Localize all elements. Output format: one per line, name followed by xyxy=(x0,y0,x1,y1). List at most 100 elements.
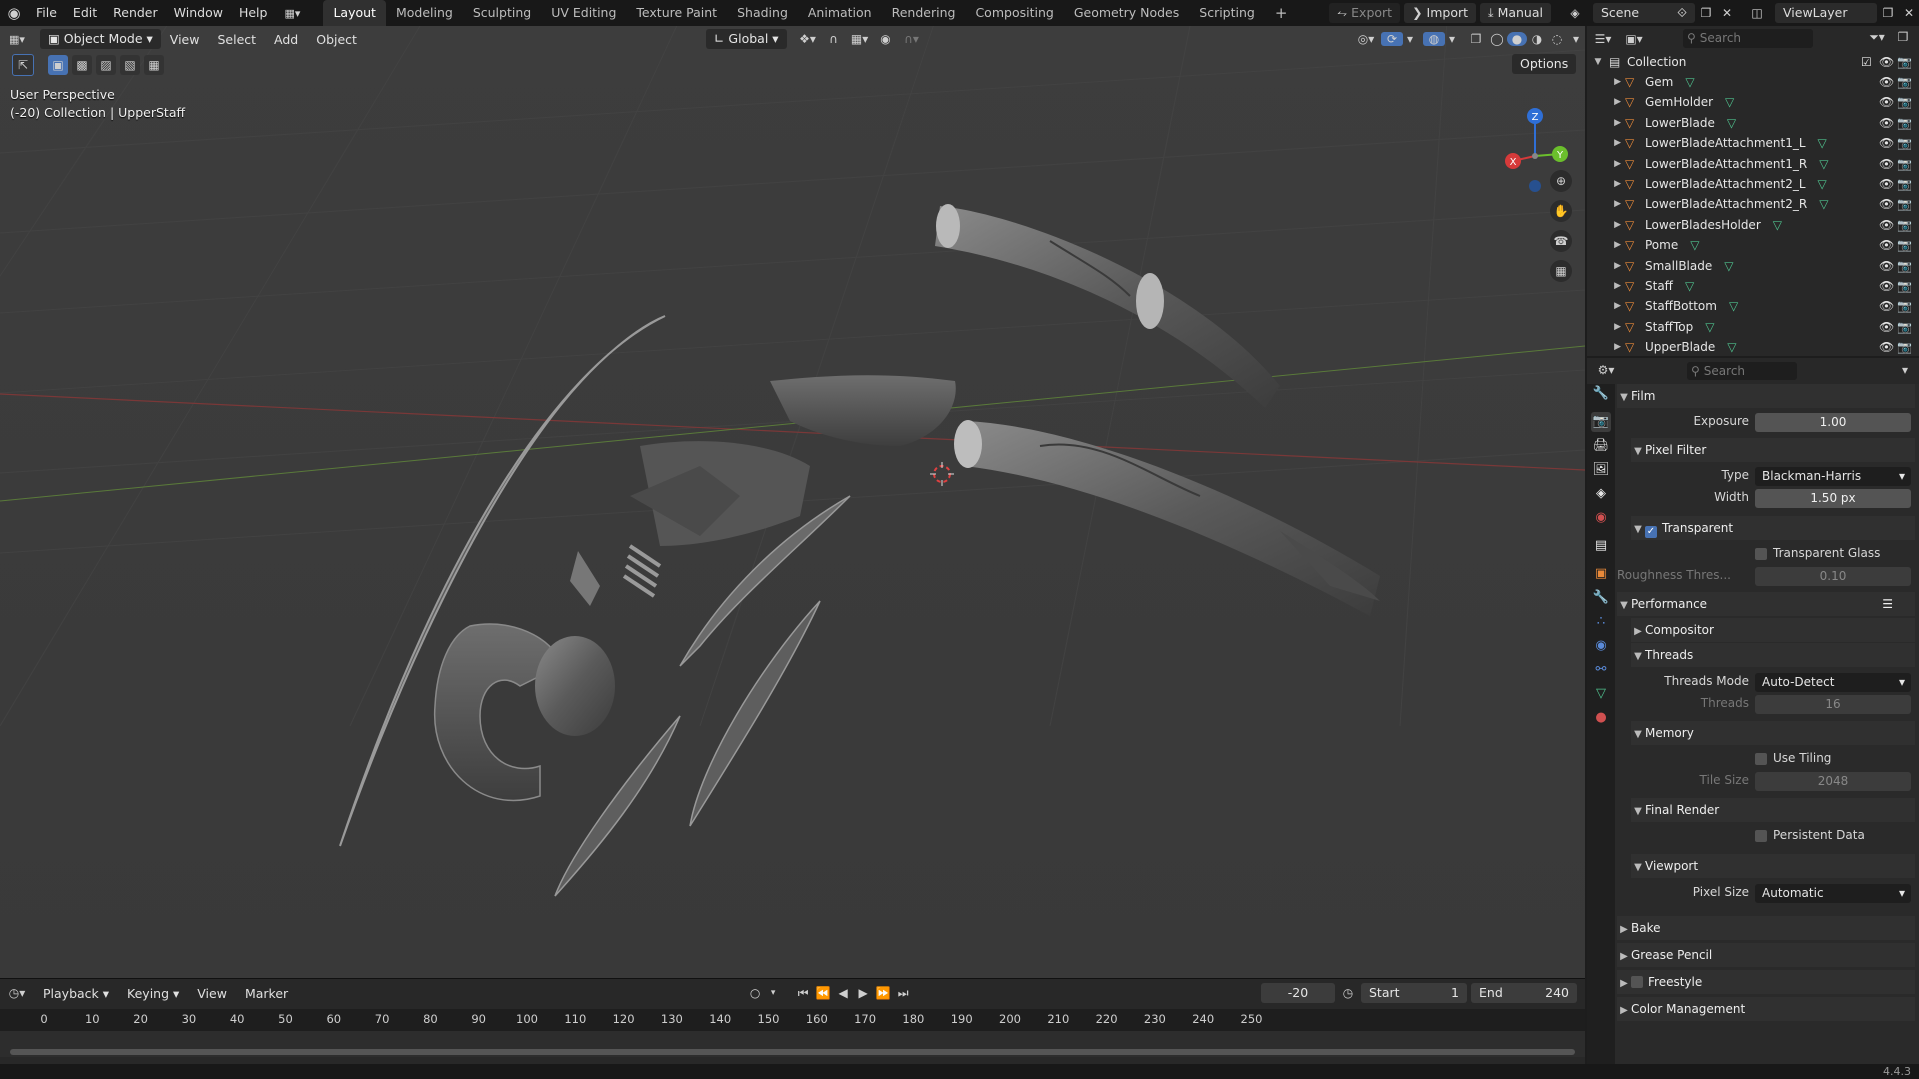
pivot-point-icon[interactable]: ❖▾ xyxy=(793,32,823,46)
tab-compositing[interactable]: Compositing xyxy=(965,0,1063,26)
selection-mode-invert-icon[interactable]: ▧ xyxy=(120,55,140,75)
jump-start-icon[interactable]: ⏮ xyxy=(793,986,813,1001)
threads-mode-dropdown[interactable]: Auto-Detect ▾ xyxy=(1755,673,1911,692)
end-frame-field[interactable]: End 240 xyxy=(1471,983,1577,1003)
outliner-item[interactable]: ▶ ▽ Staff ▽ 👁 📷 xyxy=(1587,276,1919,296)
play-reverse-icon[interactable]: ◀ xyxy=(833,986,853,1000)
scene-icon[interactable]: ◈ xyxy=(1561,6,1589,20)
outliner-item[interactable]: ▶ ▽ SmallBlade ▽ 👁 📷 xyxy=(1587,256,1919,276)
tab-rendering[interactable]: Rendering xyxy=(882,0,966,26)
collection-tab-icon[interactable]: ▤ xyxy=(1591,536,1611,556)
gizmo-dropdown-icon[interactable]: ▾ xyxy=(1403,32,1417,46)
new-scene-icon[interactable]: ❐ xyxy=(1695,6,1717,20)
chevron-right-icon[interactable]: ▶ xyxy=(1587,97,1625,107)
chevron-right-icon[interactable]: ▶ xyxy=(1587,301,1625,311)
outliner-item[interactable]: ▶ ▽ LowerBladeAttachment2_L ▽ 👁 📷 xyxy=(1587,174,1919,194)
mesh-data-icon[interactable]: ▽ xyxy=(1818,136,1827,150)
outliner-item[interactable]: ▶ ▽ UpperBlade ▽ 👁 📷 xyxy=(1587,337,1919,356)
menu-timeline-view[interactable]: View xyxy=(188,986,236,1001)
gizmo-toggle-icon[interactable]: ⟳ xyxy=(1381,32,1403,46)
render-tab-icon[interactable]: 📷 xyxy=(1591,412,1611,432)
visibility-eye-icon[interactable]: 👁 xyxy=(1879,75,1894,89)
chevron-right-icon[interactable]: ▶ xyxy=(1587,77,1625,87)
transparent-checkbox[interactable]: ✓ xyxy=(1645,526,1657,538)
falloff-icon[interactable]: ∩▾ xyxy=(897,32,927,46)
selection-mode-extend-icon[interactable]: ▩ xyxy=(72,55,92,75)
mesh-data-icon[interactable]: ▽ xyxy=(1685,75,1694,89)
outliner-item[interactable]: ▶ ▽ LowerBladesHolder ▽ 👁 📷 xyxy=(1587,215,1919,235)
grease-pencil-panel-header[interactable]: ▶ Grease Pencil xyxy=(1617,943,1915,967)
tab-layout[interactable]: Layout xyxy=(323,0,386,26)
play-icon[interactable]: ▶ xyxy=(853,986,873,1000)
tool-tab-icon[interactable]: 🔧 xyxy=(1591,384,1611,404)
material-shading-icon[interactable]: ◑ xyxy=(1527,32,1547,46)
zoom-icon[interactable]: ⊕ xyxy=(1550,170,1572,192)
manual-button[interactable]: ⤓ Manual xyxy=(1480,3,1551,23)
chevron-right-icon[interactable]: ▶ xyxy=(1587,240,1625,250)
overlays-dropdown-icon[interactable]: ▾ xyxy=(1445,32,1459,46)
menu-render[interactable]: Render xyxy=(105,0,166,26)
auto-keying-icon[interactable]: ○ xyxy=(745,986,765,1000)
use-tiling-checkbox[interactable] xyxy=(1755,753,1767,765)
compositor-panel-header[interactable]: ▶ Compositor xyxy=(1631,618,1915,642)
outliner-search-input[interactable]: ⚲ Search xyxy=(1683,29,1813,48)
transparent-glass-checkbox[interactable] xyxy=(1755,548,1767,560)
mesh-data-icon[interactable]: ▽ xyxy=(1819,197,1828,211)
render-camera-icon[interactable]: 📷 xyxy=(1897,116,1912,130)
chevron-down-icon[interactable]: ▼ xyxy=(1587,57,1609,67)
visibility-eye-icon[interactable]: 👁 xyxy=(1879,136,1894,150)
visibility-eye-icon[interactable]: 👁 xyxy=(1879,320,1894,334)
outliner-item[interactable]: ▶ ▽ Pome ▽ 👁 📷 xyxy=(1587,235,1919,255)
add-workspace-button[interactable]: + xyxy=(1265,0,1298,26)
filter-icon[interactable]: ⏷▾ xyxy=(1864,30,1890,45)
visibility-eye-icon[interactable]: 👁 xyxy=(1879,238,1894,252)
start-frame-field[interactable]: Start 1 xyxy=(1361,983,1467,1003)
outliner-item[interactable]: ▶ ▽ StaffBottom ▽ 👁 📷 xyxy=(1587,296,1919,316)
visibility-eye-icon[interactable]: 👁 xyxy=(1879,218,1894,232)
shading-dropdown-icon[interactable]: ▾ xyxy=(1567,32,1585,46)
chevron-right-icon[interactable]: ▶ xyxy=(1587,281,1625,291)
menu-marker[interactable]: Marker xyxy=(236,986,297,1001)
mesh-data-icon[interactable]: ▽ xyxy=(1724,259,1733,273)
render-camera-icon[interactable]: 📷 xyxy=(1897,55,1912,69)
import-button[interactable]: ❯ Import xyxy=(1404,3,1477,23)
visibility-eye-icon[interactable]: 👁 xyxy=(1879,157,1894,171)
outliner-item[interactable]: ▶ ▽ Gem ▽ 👁 📷 xyxy=(1587,72,1919,92)
timeline-editor-type-icon[interactable]: ◷▾ xyxy=(0,986,34,1000)
proportional-edit-icon[interactable]: ◉ xyxy=(875,32,897,46)
mesh-data-icon[interactable]: ▽ xyxy=(1727,340,1736,354)
visibility-eye-icon[interactable]: 👁 xyxy=(1879,116,1894,130)
tab-texture-paint[interactable]: Texture Paint xyxy=(626,0,727,26)
threads-count-field[interactable]: 16 xyxy=(1755,695,1911,714)
outliner-item[interactable]: ▶ ▽ LowerBladeAttachment2_R ▽ 👁 📷 xyxy=(1587,194,1919,214)
color-management-panel-header[interactable]: ▶ Color Management xyxy=(1617,997,1915,1021)
selection-mode-set-icon[interactable]: ▣ xyxy=(48,55,68,75)
mesh-data-icon[interactable]: ▽ xyxy=(1727,116,1736,130)
prev-keyframe-icon[interactable]: ⏪ xyxy=(813,986,833,1000)
mode-dropdown[interactable]: ▣ Object Mode ▾ xyxy=(40,29,161,49)
visibility-eye-icon[interactable]: 👁 xyxy=(1879,340,1894,354)
mesh-data-icon[interactable]: ▽ xyxy=(1819,157,1828,171)
delete-scene-icon[interactable]: ✕ xyxy=(1717,6,1737,20)
mesh-data-icon[interactable]: ▽ xyxy=(1818,177,1827,191)
visibility-eye-icon[interactable]: 👁 xyxy=(1879,259,1894,273)
particles-tab-icon[interactable]: ∴ xyxy=(1591,612,1611,632)
mesh-data-icon[interactable]: ▽ xyxy=(1773,218,1782,232)
menu-playback[interactable]: Playback ▾ xyxy=(34,986,118,1001)
visibility-eye-icon[interactable]: 👁 xyxy=(1879,299,1894,313)
outliner-collection-row[interactable]: ▼ ▤ Collection ☑ 👁 📷 xyxy=(1587,52,1919,72)
3d-viewport[interactable]: ▦▾ ▣ Object Mode ▾ View Select Add Objec… xyxy=(0,26,1585,978)
output-tab-icon[interactable]: 🖨 xyxy=(1591,436,1611,456)
visibility-icon[interactable]: ◎▾ xyxy=(1351,32,1381,46)
object-tab-icon[interactable]: ▣ xyxy=(1591,564,1611,584)
properties-options-icon[interactable]: ▾ xyxy=(1897,363,1913,377)
chevron-right-icon[interactable]: ▶ xyxy=(1587,179,1625,189)
bake-panel-header[interactable]: ▶ Bake xyxy=(1617,916,1915,940)
roughness-threshold-field[interactable]: 0.10 xyxy=(1755,567,1911,586)
persistent-data-checkbox[interactable] xyxy=(1755,830,1767,842)
chevron-right-icon[interactable]: ▶ xyxy=(1587,159,1625,169)
preview-range-icon[interactable]: ◷ xyxy=(1335,986,1361,1000)
exclude-checkbox-icon[interactable]: ☑ xyxy=(1861,55,1872,69)
menu-keying[interactable]: Keying ▾ xyxy=(118,986,188,1001)
presets-list-icon[interactable]: ☰ xyxy=(1882,592,1893,616)
